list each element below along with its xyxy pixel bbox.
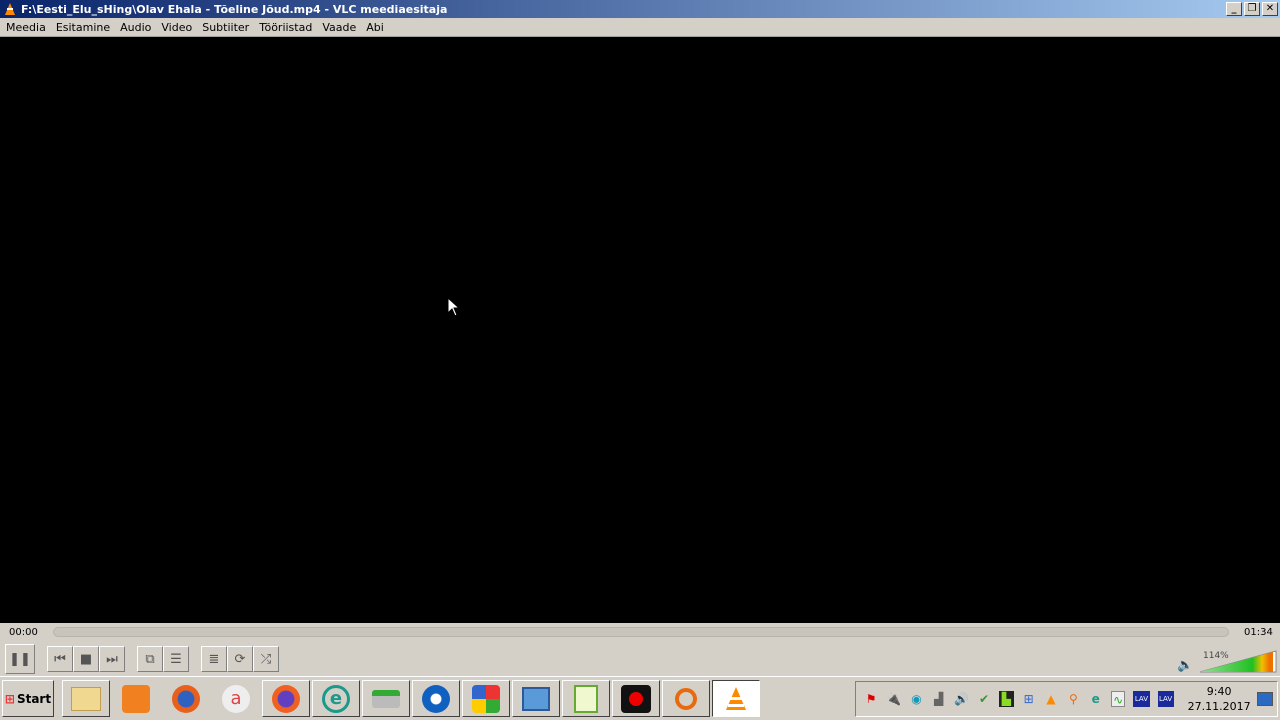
clock[interactable]: 9:40 27.11.2017 (1188, 684, 1251, 714)
drive-icon (372, 689, 400, 708)
mouse-cursor-icon (447, 297, 459, 317)
taskbar-eset[interactable]: e (312, 680, 360, 717)
start-label: Start (16, 691, 52, 706)
next-button[interactable]: ⏭ (99, 646, 125, 672)
vlc-tray-icon[interactable]: ▲ (1044, 691, 1058, 707)
taskbar-vlc[interactable] (712, 680, 760, 717)
taskbar-recorder[interactable] (612, 680, 660, 717)
menu-tooriistad[interactable]: Tööriistad (255, 21, 318, 34)
windows-update-icon (472, 684, 500, 713)
menu-video[interactable]: Video (157, 21, 198, 34)
browser-icon (422, 684, 450, 713)
performance-graph-icon[interactable]: ∿ (1110, 691, 1126, 707)
loop-button[interactable]: ⟳ (227, 646, 253, 672)
control-panel-icon (522, 686, 550, 711)
clock-time: 9:40 (1206, 685, 1232, 698)
fullscreen-button[interactable]: ⧉ (137, 646, 163, 672)
taskbar: ⊞ Start a e ⚑ 🔌 ◉ ▟ 🔊 ✔ ▙ ⊞ ▲ ⚲ e ∿ LAV … (0, 678, 1280, 720)
start-button[interactable]: ⊞ Start (2, 680, 54, 717)
window-title: F:\Eesti_Elu_sHing\Olav Ehala - Tõeline … (21, 2, 448, 16)
action-center-flag-icon[interactable]: ⚑ (864, 691, 878, 707)
clock-date: 27.11.2017 (1187, 700, 1251, 713)
menu-abi[interactable]: Abi (362, 21, 390, 34)
total-time: 01:34 (1244, 627, 1273, 638)
volume-slider[interactable] (1198, 650, 1278, 674)
taskbar-control-panel[interactable] (512, 680, 560, 717)
windows-update-tray-icon[interactable]: ⊞ (1022, 691, 1036, 707)
restore-button[interactable]: ❐ (1244, 2, 1260, 16)
menu-vaade[interactable]: Vaade (318, 21, 362, 34)
lav-video-icon[interactable]: LAV (1157, 691, 1174, 707)
power-plug-icon[interactable]: 🔌 (886, 691, 901, 707)
extended-settings-button[interactable]: ☰ (163, 646, 189, 672)
eset-icon: e (322, 684, 350, 713)
taskbar-drive-tool[interactable] (362, 680, 410, 717)
media-player-icon (122, 684, 150, 713)
magnifier-icon (675, 687, 697, 710)
taskbar-firefox[interactable] (162, 680, 210, 717)
network-signal-icon[interactable]: ▟ (932, 691, 946, 707)
green-monitor-icon[interactable]: ▙ (999, 691, 1014, 707)
menu-esitamine[interactable]: Esitamine (52, 21, 116, 34)
firefox-icon (272, 684, 300, 713)
taskbar-browser[interactable] (412, 680, 460, 717)
taskbar-notepad[interactable] (562, 680, 610, 717)
minimize-button[interactable]: _ (1226, 2, 1242, 16)
menu-audio[interactable]: Audio (116, 21, 157, 34)
lav-audio-icon[interactable]: LAV (1133, 691, 1150, 707)
close-button[interactable]: ✕ (1262, 2, 1278, 16)
vlc-icon (5, 3, 15, 15)
elapsed-time: 00:00 (9, 627, 38, 638)
windows-logo-icon: ⊞ (4, 691, 15, 706)
a-app-icon: a (222, 684, 250, 713)
taskbar-firefox-2[interactable] (262, 680, 310, 717)
speaker-icon[interactable]: 🔈 (1177, 658, 1193, 673)
title-bar: F:\Eesti_Elu_sHing\Olav Ehala - Tõeline … (0, 0, 1280, 18)
taskbar-windows-update[interactable] (462, 680, 510, 717)
show-desktop-icon[interactable] (1256, 692, 1273, 706)
video-area[interactable] (0, 37, 1280, 623)
taskbar-search-tool[interactable] (662, 680, 710, 717)
system-tray: ⚑ 🔌 ◉ ▟ 🔊 ✔ ▙ ⊞ ▲ ⚲ e ∿ LAV LAV 9:40 27.… (855, 681, 1278, 717)
previous-button[interactable]: ⏮ (47, 646, 73, 672)
record-icon (621, 684, 651, 713)
playlist-button[interactable]: ≣ (201, 646, 227, 672)
menu-meedia[interactable]: Meedia (2, 21, 52, 34)
menu-subtiiter[interactable]: Subtiiter (198, 21, 255, 34)
firefox-icon (172, 684, 200, 713)
eset-tray-icon[interactable]: e (1089, 691, 1103, 707)
volume-tray-icon[interactable]: 🔊 (954, 691, 969, 707)
folder-icon (71, 686, 101, 711)
shuffle-button[interactable]: ⤮ (253, 646, 279, 672)
menu-bar: Meedia Esitamine Audio Video Subtiiter T… (0, 18, 1280, 37)
seek-bar[interactable] (53, 627, 1229, 637)
usb-safe-remove-icon[interactable]: ✔ (977, 691, 991, 707)
notepad-icon (574, 684, 598, 713)
search-tray-icon[interactable]: ⚲ (1066, 691, 1080, 707)
divider (0, 676, 1280, 677)
pause-button[interactable]: ❚❚ (5, 644, 35, 674)
stop-button[interactable]: ■ (73, 646, 99, 672)
taskbar-explorer[interactable] (62, 680, 110, 717)
vlc-icon (726, 686, 746, 710)
taskbar-media-player[interactable] (112, 680, 160, 717)
taskbar-app-a[interactable]: a (212, 680, 260, 717)
disc-app-icon[interactable]: ◉ (909, 691, 923, 707)
